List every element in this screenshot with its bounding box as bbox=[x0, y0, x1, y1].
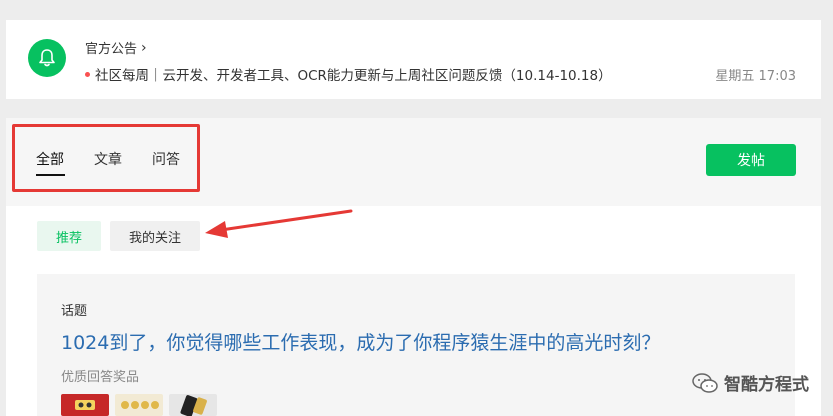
tab-articles[interactable]: 文章 bbox=[94, 149, 122, 169]
watermark: 智酷方程式 bbox=[692, 370, 809, 395]
topic-subtitle: 优质回答奖品 bbox=[61, 370, 140, 385]
watermark-text: 智酷方程式 bbox=[724, 375, 809, 395]
announcement-card[interactable]: 官方公告 › 社区每周｜云开发、开发者工具、OCR能力更新与上周社区问题反馈（1… bbox=[6, 20, 821, 99]
bell-icon bbox=[28, 39, 66, 77]
announcement-headline: 社区每周｜云开发、开发者工具、OCR能力更新与上周社区问题反馈（10.14-10… bbox=[95, 68, 612, 84]
announcement-title: 官方公告 bbox=[85, 42, 138, 57]
prize-image[interactable] bbox=[61, 394, 109, 416]
wechat-icon bbox=[692, 372, 718, 393]
topic-tag: 话题 bbox=[61, 304, 88, 319]
announcement-headline-link[interactable]: 社区每周｜云开发、开发者工具、OCR能力更新与上周社区问题反馈（10.14-10… bbox=[85, 64, 612, 84]
announcement-time: 星期五 17:03 bbox=[715, 69, 796, 84]
tab-all[interactable]: 全部 bbox=[36, 149, 64, 169]
announcement-title-link[interactable]: 官方公告 › bbox=[85, 38, 147, 58]
prize-image[interactable] bbox=[115, 394, 163, 416]
post-button[interactable]: 发帖 bbox=[706, 144, 796, 176]
filter-recommend[interactable]: 推荐 bbox=[37, 221, 101, 251]
filter-following[interactable]: 我的关注 bbox=[110, 221, 200, 251]
prize-image[interactable] bbox=[169, 394, 217, 416]
tab-qa[interactable]: 问答 bbox=[152, 149, 180, 169]
unread-dot bbox=[85, 71, 90, 77]
tabs-bar: 全部 文章 问答 发帖 bbox=[6, 118, 821, 206]
chevron-right-icon: › bbox=[141, 39, 147, 56]
topic-title-link[interactable]: 1024到了，你觉得哪些工作表现，成为了你程序猿生涯中的高光时刻？ bbox=[61, 328, 660, 355]
topic-card[interactable]: 话题 1024到了，你觉得哪些工作表现，成为了你程序猿生涯中的高光时刻？ 优质回… bbox=[37, 274, 795, 416]
active-tab-indicator bbox=[36, 174, 65, 176]
prize-thumbnails bbox=[61, 394, 217, 416]
annotation-arrow bbox=[205, 209, 353, 238]
